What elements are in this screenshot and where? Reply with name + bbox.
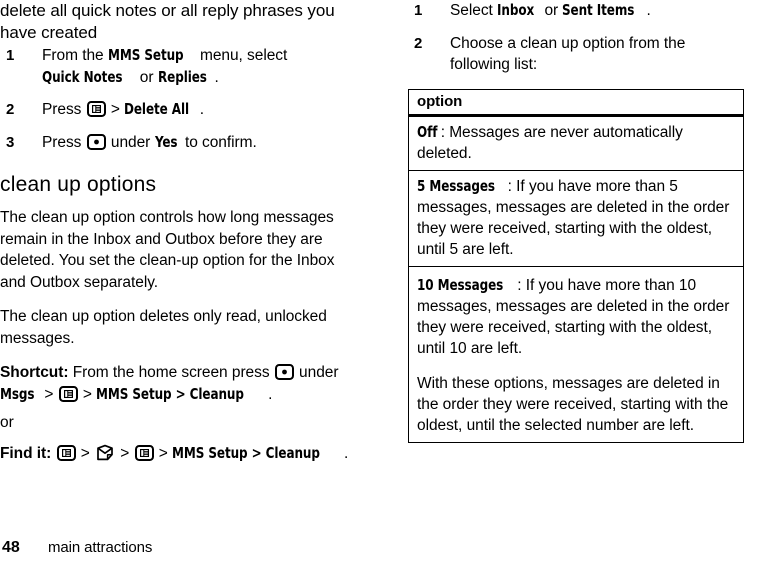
menu-key-icon <box>58 385 78 402</box>
body-paragraph: The clean up option deletes only read, u… <box>0 308 327 347</box>
left-steps-list: 1 From the MMS Setup menu, select Quick … <box>0 45 360 153</box>
body-paragraph: The clean up option controls how long me… <box>0 209 335 291</box>
step-number: 2 <box>6 101 15 118</box>
center-select-key-icon <box>274 364 294 380</box>
manual-page: delete all quick notes or all reply phra… <box>0 0 758 564</box>
option-term: Off <box>417 123 438 141</box>
left-column: delete all quick notes or all reply phra… <box>0 0 360 477</box>
step-text: From the MMS Setup menu, select Quick No… <box>42 46 287 86</box>
footer-title: main attractions <box>48 539 153 556</box>
page-number: 48 <box>2 539 20 556</box>
section-heading: clean up options <box>0 173 157 196</box>
find-it-text: > > > MMS Setup > Cleanup. <box>51 443 348 462</box>
ui-term: Replies <box>157 67 207 86</box>
find-it-line: Find it: > > > MMS Setup > Cleanup. <box>0 443 360 465</box>
table-body: Off: Messages are never automatically de… <box>409 115 743 443</box>
ui-term: Yes <box>154 132 178 151</box>
table-header-row: option <box>409 90 743 117</box>
step-text: Press > Delete All. <box>42 100 204 118</box>
step-text: Select Inbox or Sent Items. <box>450 1 651 19</box>
ui-term: Sent Items <box>562 1 635 19</box>
list-item: 1 Select Inbox or Sent Items. <box>408 0 748 22</box>
messages-envelope-icon <box>95 444 115 461</box>
list-item: 2 Choose a clean up option from the foll… <box>408 33 748 76</box>
or-separator: or <box>0 414 14 431</box>
ui-term: Quick Notes <box>42 67 123 86</box>
option-description: With these options, messages are deleted… <box>417 375 729 434</box>
table-row: Off: Messages are never automatically de… <box>409 115 743 171</box>
table-cell: With these options, messages are deleted… <box>409 365 743 442</box>
step-number: 1 <box>6 47 15 64</box>
shortcut-line: Shortcut: From the home screen press und… <box>0 362 360 405</box>
table-cell: Off: Messages are never automatically de… <box>409 115 743 171</box>
ui-term: MMS Setup > Cleanup <box>172 443 320 462</box>
right-column: 1 Select Inbox or Sent Items. 2 Choose a… <box>408 0 748 87</box>
column-header-option: option <box>409 90 743 117</box>
ui-term: Delete All <box>124 100 190 118</box>
ui-term: Msgs <box>0 384 35 403</box>
option-table: option Off: Messages are never automatic… <box>409 90 743 442</box>
ui-term: Inbox <box>497 1 535 19</box>
table-cell: 5 Messages: If you have more than 5 mess… <box>409 170 743 267</box>
table-row: 5 Messages: If you have more than 5 mess… <box>409 170 743 267</box>
list-item: 3 Press under Yes to confirm. <box>0 132 360 154</box>
table-row: 10 Messages: If you have more than 10 me… <box>409 267 743 366</box>
step-number: 2 <box>414 34 423 52</box>
list-item: 1 From the MMS Setup menu, select Quick … <box>0 45 360 88</box>
step-number: 3 <box>6 133 15 151</box>
menu-key-icon <box>56 444 76 461</box>
step-text: Press under Yes to confirm. <box>42 132 257 151</box>
option-description: : Messages are never automatically delet… <box>417 124 683 162</box>
center-select-key-icon <box>86 133 106 150</box>
menu-key-icon <box>134 444 154 461</box>
table-row: With these options, messages are deleted… <box>409 365 743 442</box>
table-cell: 10 Messages: If you have more than 10 me… <box>409 267 743 366</box>
list-item: 2 Press > Delete All. <box>0 99 360 121</box>
right-steps-list: 1 Select Inbox or Sent Items. 2 Choose a… <box>408 0 748 76</box>
step-number: 1 <box>414 2 423 19</box>
ui-term: MMS Setup <box>107 46 184 64</box>
option-term: 10 Messages <box>417 276 504 294</box>
ui-term: MMS Setup > Cleanup <box>96 384 244 403</box>
continued-heading: delete all quick notes or all reply phra… <box>0 1 335 42</box>
shortcut-label: Shortcut: <box>0 364 69 381</box>
option-term: 5 Messages <box>417 177 495 195</box>
find-it-label: Find it: <box>0 444 52 462</box>
step-text: Choose a clean up option from the follow… <box>450 34 686 74</box>
page-footer: 48 main attractions <box>0 533 758 557</box>
menu-key-icon <box>86 101 106 117</box>
table-head: option <box>409 90 743 117</box>
clean-up-option-table: option Off: Messages are never automatic… <box>408 89 744 443</box>
